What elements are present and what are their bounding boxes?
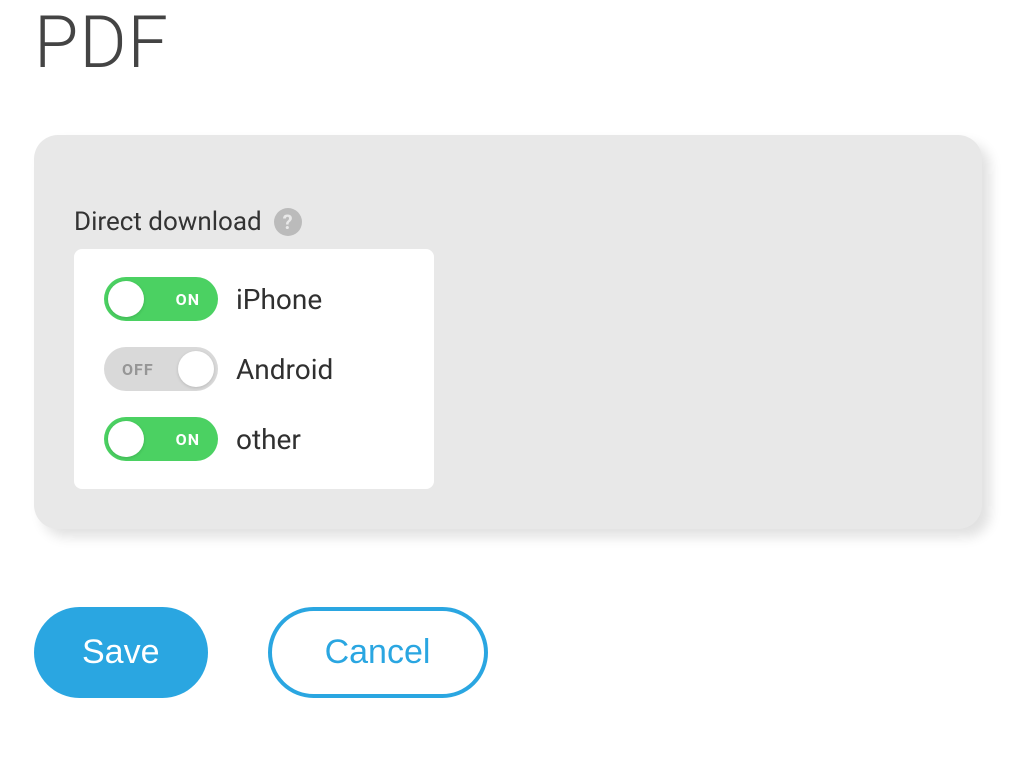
toggle-knob [108,281,144,317]
settings-panel: Direct download ? ON iPhone OFF Android … [34,135,982,529]
save-button[interactable]: Save [34,607,208,698]
direct-download-label: Direct download [74,207,262,237]
toggle-row-android: OFF Android [104,347,404,391]
panel-label-row: Direct download ? [74,207,942,237]
toggle-knob [108,421,144,457]
toggle-row-iphone: ON iPhone [104,277,404,321]
toggle-state-text: ON [176,430,200,449]
cancel-button[interactable]: Cancel [268,607,488,698]
toggle-android[interactable]: OFF [104,347,218,391]
help-icon[interactable]: ? [274,208,302,236]
toggle-other[interactable]: ON [104,417,218,461]
toggle-label-iphone: iPhone [236,283,322,316]
toggle-label-android: Android [236,353,333,386]
toggle-state-text: OFF [122,360,154,379]
toggle-group: ON iPhone OFF Android ON other [74,249,434,489]
toggle-label-other: other [236,423,301,456]
toggle-iphone[interactable]: ON [104,277,218,321]
page-title: PDF [34,0,1022,85]
toggle-knob [178,351,214,387]
toggle-state-text: ON [176,290,200,309]
toggle-row-other: ON other [104,417,404,461]
action-buttons: Save Cancel [34,607,1022,698]
